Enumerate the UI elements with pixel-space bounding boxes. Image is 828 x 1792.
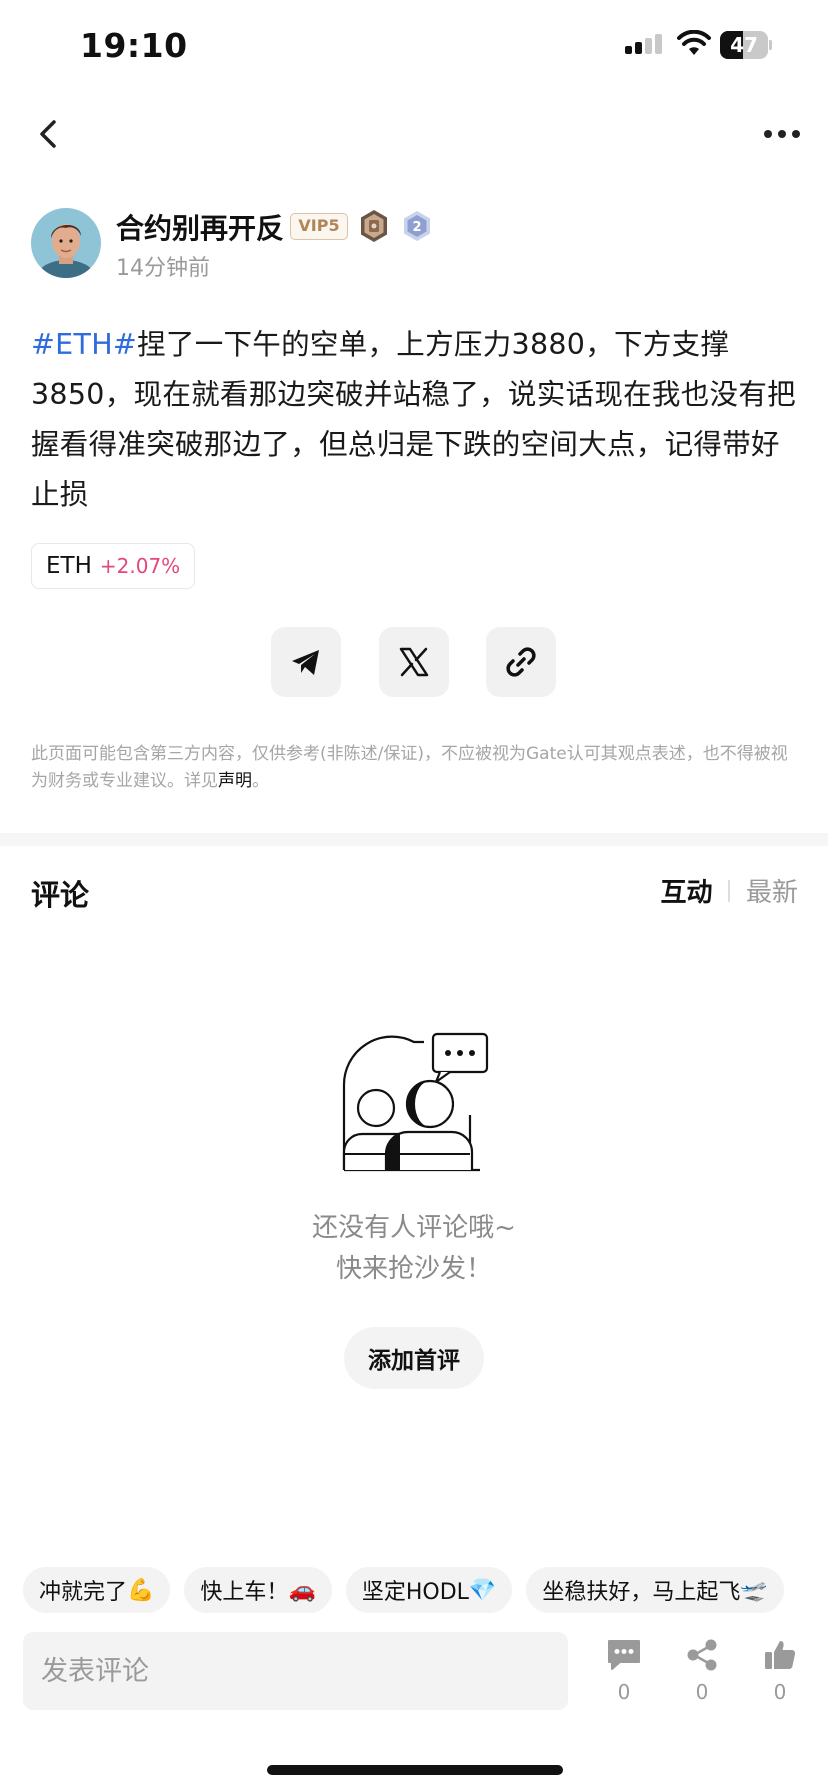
quick-reply-text: 坚定HODL — [361, 1580, 469, 1605]
medal-icon — [361, 210, 387, 242]
post-body: #ETH#捏了一下午的空单，上方压力3880，下方支撑3850，现在就看那边突破… — [31, 320, 801, 520]
status-bar: 19:10 47 — [0, 0, 828, 96]
share-x-button[interactable] — [379, 627, 449, 697]
battery-level-text: 47 — [730, 33, 758, 57]
wifi-icon — [677, 30, 711, 55]
tab-interactive[interactable]: 互动 — [660, 872, 712, 909]
share-count: 0 — [695, 1680, 709, 1704]
cellular-signal-icon — [625, 34, 662, 54]
disclaimer-suffix: 。 — [252, 771, 269, 791]
disclaimer-link[interactable]: 声明 — [218, 771, 252, 791]
post-time: 14分钟前 — [116, 256, 210, 281]
comment-icon — [608, 1640, 640, 1670]
level-badge-icon: 2 — [404, 211, 430, 241]
post-hashtag[interactable]: #ETH# — [31, 328, 137, 361]
level-badge-text: 2 — [412, 220, 421, 235]
telegram-icon — [292, 650, 319, 675]
home-indicator — [267, 1765, 563, 1775]
comment-count: 0 — [617, 1680, 631, 1704]
quick-reply-emoji: 💪 — [127, 1577, 155, 1603]
vip-badge: VIP5 — [290, 213, 348, 240]
comments-sort-tabs: 互动 最新 — [660, 872, 798, 909]
quick-reply-chip[interactable]: 快上车！ 🚗 — [184, 1567, 332, 1613]
comment-input[interactable] — [23, 1632, 568, 1710]
share-telegram-button[interactable] — [271, 627, 341, 697]
tab-separator — [728, 879, 730, 902]
quick-reply-emoji: 🛫 — [740, 1577, 768, 1603]
quick-reply-text: 快上车！ — [200, 1580, 289, 1605]
author-name[interactable]: 合约别再开反 — [116, 207, 284, 247]
avatar[interactable] — [31, 208, 101, 278]
token-chip[interactable]: ETH +2.07% — [31, 543, 196, 589]
status-time: 19:10 — [80, 26, 188, 65]
like-count: 0 — [773, 1680, 787, 1704]
empty-comments-text-2: 快来抢沙发！ — [335, 1254, 492, 1284]
share-action[interactable]: 0 — [677, 1638, 727, 1712]
empty-comments-illustration — [342, 1032, 489, 1172]
post-text: 捏了一下午的空单，上方压力3880，下方支撑3850，现在就看那边突破并站稳了，… — [31, 328, 796, 511]
share-link-button[interactable] — [486, 627, 556, 697]
token-symbol: ETH — [46, 553, 92, 579]
battery-icon: 47 — [720, 31, 772, 59]
disclaimer-text: 此页面可能包含第三方内容，仅供参考(非陈述/保证)，不应被视为Gate认可其观点… — [31, 744, 788, 791]
like-action[interactable]: 0 — [755, 1638, 805, 1712]
quick-reply-emoji: 🚗 — [288, 1577, 316, 1603]
quick-reply-text: 坐稳扶好，马上起飞 — [542, 1580, 741, 1605]
quick-replies: 冲就完了 💪 快上车！ 🚗 坚定HODL 💎 坐稳扶好，马上起飞 🛫 — [23, 1567, 828, 1615]
link-icon — [506, 647, 536, 677]
comment-action[interactable]: 0 — [599, 1638, 649, 1712]
quick-reply-chip[interactable]: 坐稳扶好，马上起飞 🛫 — [526, 1567, 784, 1613]
quick-reply-text: 冲就完了 — [39, 1580, 128, 1605]
more-horizontal-icon[interactable] — [762, 118, 802, 150]
quick-reply-emoji: 💎 — [468, 1577, 497, 1603]
chevron-left-icon[interactable] — [30, 114, 70, 154]
share-icon — [687, 1639, 717, 1671]
quick-reply-chip[interactable]: 冲就完了 💪 — [23, 1567, 171, 1613]
disclaimer: 此页面可能包含第三方内容，仅供参考(非陈述/保证)，不应被视为Gate认可其观点… — [31, 741, 791, 795]
token-change: +2.07% — [99, 554, 181, 578]
empty-comments-text-1: 还没有人评论哦~ — [312, 1213, 516, 1243]
x-icon — [399, 647, 429, 677]
quick-reply-chip[interactable]: 坚定HODL 💎 — [345, 1567, 513, 1613]
section-divider — [0, 833, 828, 846]
thumbs-up-icon — [765, 1641, 796, 1669]
tab-latest[interactable]: 最新 — [746, 872, 798, 909]
comments-title: 评论 — [31, 878, 90, 912]
add-first-comment-button[interactable]: 添加首评 — [344, 1327, 484, 1389]
